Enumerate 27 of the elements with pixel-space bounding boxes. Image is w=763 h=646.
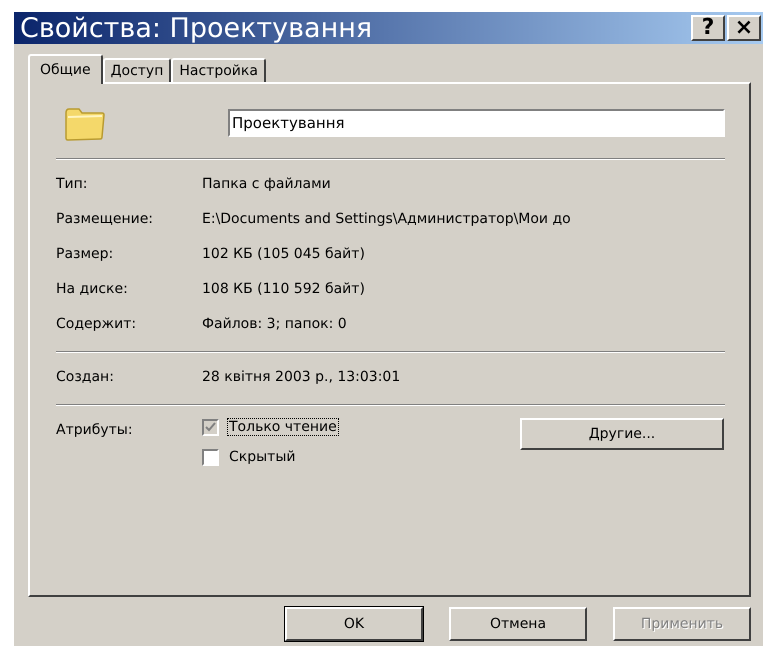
help-button[interactable]: ?	[691, 15, 725, 41]
other-attributes-button[interactable]: Другие...	[520, 418, 724, 450]
tab[interactable]: Настройка	[171, 58, 266, 82]
property-label: Размещение:	[56, 210, 154, 226]
checkbox[interactable]	[202, 448, 219, 466]
property-value: E:\Documents and Settings\Администратор\Мои до	[202, 210, 571, 226]
property-label: Содержит:	[56, 316, 138, 332]
property-value: 102 КБ (105 045 байт)	[202, 246, 365, 262]
window-title: Свойства: Проектування	[20, 12, 372, 44]
checkbox-label[interactable]: Только чтение	[227, 418, 339, 436]
dialog-button[interactable]: Отмена	[449, 607, 587, 641]
dialog-button[interactable]: OK	[285, 607, 423, 641]
property-value: 108 КБ (110 592 байт)	[202, 280, 365, 296]
property-label: Тип:	[56, 176, 89, 192]
property-label: Создан:	[56, 368, 115, 384]
close-button[interactable]: ×	[727, 15, 761, 41]
property-value: Файлов: 3; папок: 0	[202, 316, 347, 332]
tab[interactable]: Общие	[28, 54, 103, 84]
property-value: Папка с файлами	[202, 176, 331, 192]
attributes-label: Атрибуты:	[56, 421, 134, 440]
checkbox[interactable]	[202, 418, 219, 436]
name-field[interactable]: Проектування	[228, 109, 725, 137]
property-value: 28 квітня 2003 р., 13:03:01	[202, 368, 400, 384]
checkbox-label[interactable]: Скрытый	[227, 448, 298, 466]
tab[interactable]: Доступ	[102, 58, 172, 82]
property-label: Размер:	[56, 246, 114, 262]
property-label: На диске:	[56, 280, 129, 296]
